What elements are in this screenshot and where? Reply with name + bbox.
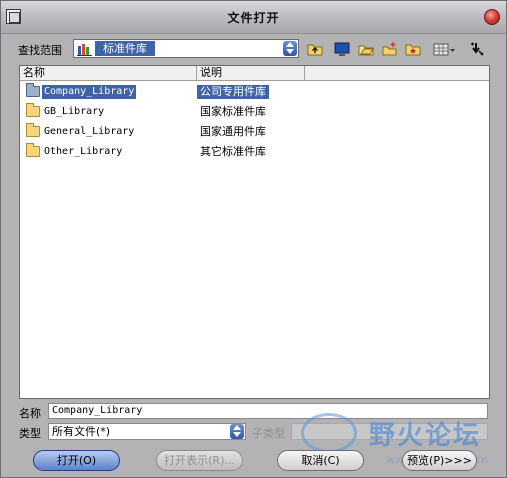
library-icon: [77, 44, 92, 56]
title-bar[interactable]: 文件打开: [1, 1, 506, 34]
list-item[interactable]: General_Library 国家通用件库: [20, 123, 489, 141]
item-desc: 国家标准件库: [200, 105, 266, 118]
filename-input[interactable]: Company_Library: [48, 403, 488, 419]
open-representation-button: 打开表示(R)...: [156, 450, 243, 471]
desktop-icon[interactable]: [334, 41, 350, 57]
folder-icon: [26, 123, 40, 137]
folder-icon: [26, 103, 40, 117]
file-type-value: 所有文件(*): [52, 425, 111, 438]
subtype-label: 子类型: [252, 427, 285, 440]
column-header-desc[interactable]: 说明: [197, 66, 305, 81]
lookin-label: 查找范围: [18, 44, 62, 57]
file-open-dialog: 文件打开 查找范围 标准件库 名称 说明 Company_Library 公司专…: [0, 0, 507, 478]
item-name: Other_Library: [44, 146, 123, 157]
favorite-folder-icon[interactable]: [405, 41, 421, 57]
item-desc: 其它标准件库: [200, 145, 266, 158]
type-dropdown-arrow-icon[interactable]: [230, 424, 244, 439]
list-item[interactable]: GB_Library 国家标准件库: [20, 103, 489, 121]
item-name: GB_Library: [44, 106, 105, 117]
item-name: Company_Library: [42, 85, 137, 99]
preview-button[interactable]: 预览(P)>>>: [402, 450, 477, 471]
item-desc: 公司专用件库: [197, 85, 269, 99]
type-label: 类型: [19, 427, 41, 440]
tools-icon[interactable]: [469, 41, 485, 57]
folder-icon: [26, 143, 40, 157]
name-label: 名称: [19, 407, 41, 420]
open-folder-icon[interactable]: [358, 41, 374, 57]
lookin-dropdown-arrow-icon[interactable]: [283, 41, 297, 56]
file-type-combo[interactable]: 所有文件(*): [48, 423, 246, 440]
folder-icon: [26, 83, 40, 97]
column-header-name[interactable]: 名称: [20, 66, 197, 81]
list-item[interactable]: Company_Library 公司专用件库: [20, 83, 489, 101]
file-list[interactable]: 名称 说明 Company_Library 公司专用件库 GB_Library …: [19, 65, 490, 399]
open-button[interactable]: 打开(O): [33, 450, 120, 471]
list-item[interactable]: Other_Library 其它标准件库: [20, 143, 489, 161]
lookin-combo[interactable]: 标准件库: [73, 39, 299, 58]
view-menu-icon[interactable]: [433, 41, 455, 57]
lookin-value: 标准件库: [95, 41, 155, 56]
list-header: 名称 说明: [20, 66, 489, 81]
cancel-button[interactable]: 取消(C): [277, 450, 364, 471]
subtype-combo: [291, 423, 488, 440]
column-header-empty[interactable]: [305, 66, 489, 81]
window-title: 文件打开: [227, 11, 280, 25]
new-folder-icon[interactable]: [382, 41, 398, 57]
item-desc: 国家通用件库: [200, 125, 266, 138]
item-name: General_Library: [44, 126, 135, 137]
up-folder-icon[interactable]: [307, 41, 323, 57]
close-button[interactable]: [484, 9, 500, 25]
